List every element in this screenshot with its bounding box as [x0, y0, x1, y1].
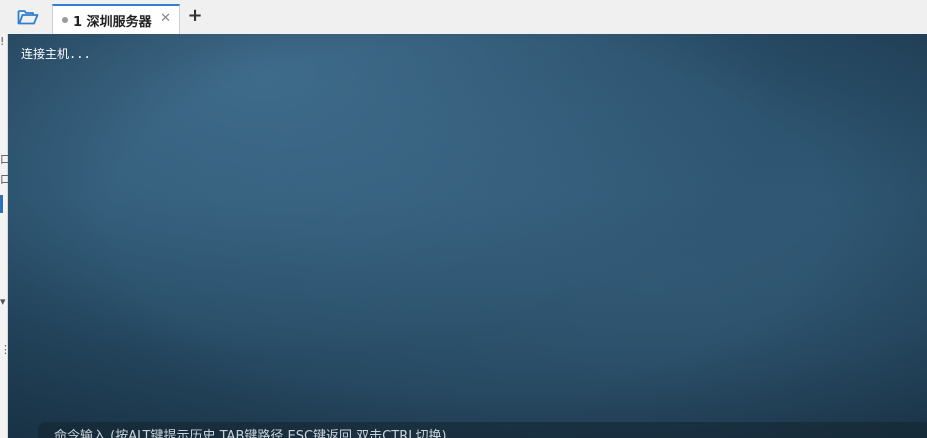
left-side-panel-edge: ! 口 口 ▾ ⋮ — [0, 34, 11, 438]
app-window: 1 深圳服务器 ✕ + ! 口 口 ▾ ⋮ 连接主机... 命令输入 (按ALT… — [0, 0, 927, 438]
tab-status-dot — [62, 17, 68, 23]
tab-label: 1 深圳服务器 — [73, 15, 152, 30]
terminal-background — [8, 34, 927, 438]
tab-shenzhen-server[interactable]: 1 深圳服务器 ✕ — [52, 4, 180, 34]
tab-bar: 1 深圳服务器 ✕ + — [0, 0, 927, 35]
left-strip-mark: ! — [0, 35, 5, 48]
command-input-placeholder: 命令输入 (按ALT键提示历史,TAB键路径,ESC键返回,双击CTRL切换) — [54, 429, 447, 438]
new-tab-button[interactable]: + — [186, 6, 204, 26]
command-input[interactable]: 命令输入 (按ALT键提示历史,TAB键路径,ESC键返回,双击CTRL切换) — [38, 422, 927, 438]
terminal-pane[interactable]: 连接主机... 命令输入 (按ALT键提示历史,TAB键路径,ESC键返回,双击… — [8, 34, 927, 438]
selection-indicator — [0, 195, 3, 213]
terminal-output: 连接主机... — [21, 47, 91, 61]
folder-open-icon — [17, 10, 39, 25]
left-strip-mark: ▾ — [0, 295, 6, 308]
close-icon[interactable]: ✕ — [160, 11, 171, 26]
open-folder-button[interactable] — [17, 8, 39, 26]
plus-icon: + — [187, 5, 203, 26]
